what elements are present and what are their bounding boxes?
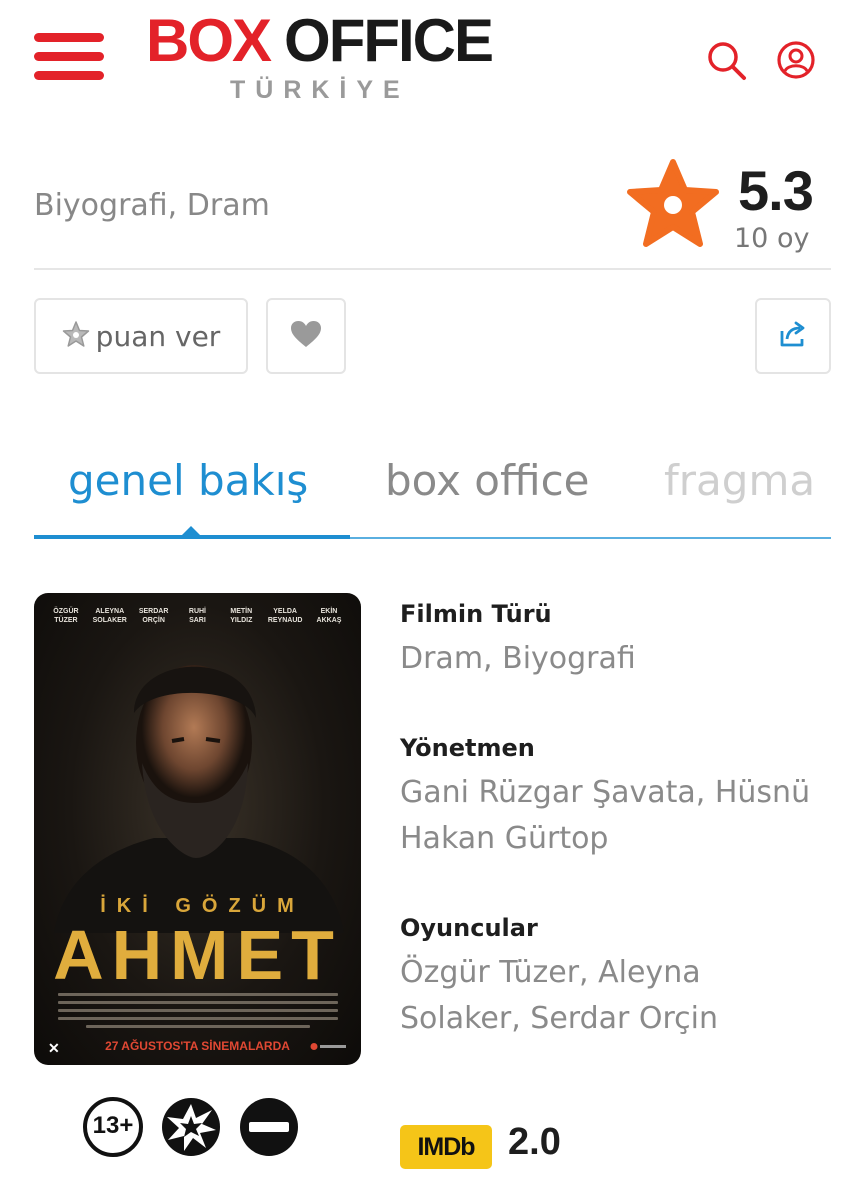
tab-trailer[interactable]: fragma [664,456,815,505]
poster-cast-name: ALEYNA SOLAKER [92,608,127,624]
logo-subtitle: TÜRKİYE [230,76,410,104]
cast-label: Oyuncular [400,914,538,942]
star-outline-icon [62,320,90,352]
active-tab-caret [180,526,202,537]
share-button[interactable] [755,298,831,374]
genre-value[interactable]: Dram, Biyografi [400,636,830,682]
poster-cast-row: ÖZGÜR TÜZER ALEYNA SOLAKER SERDAR ORÇİN RUH… [34,607,361,625]
violence-icon [160,1096,222,1158]
imdb-score: 2.0 [508,1121,561,1163]
rating-star-icon [626,158,720,248]
poster-cast-name: YELDA REYNAUD [267,608,303,624]
age-13-label: 13+ [92,1112,134,1139]
poster-credits-block [58,993,338,1033]
poster-cast-name: METİN YILDIZ [230,608,253,624]
poster-cast-name: ÖZGÜR TÜZER [53,608,79,624]
favorite-button[interactable] [266,298,346,374]
poster-pretitle: İKİ GÖZÜM [100,895,305,917]
poster-cast-name: SERDAR ORÇİN [138,608,169,624]
site-header: BOX OFFICE TÜRKİYE [0,0,865,120]
poster-cast-name: EKİN AKKAŞ [316,608,342,624]
movie-poster[interactable]: ÖZGÜR TÜZER ALEYNA SOLAKER SERDAR ORÇİN RUH… [34,593,361,1065]
genre-label: Filmin Türü [400,600,552,628]
cj-logo [310,1043,346,1050]
rate-button[interactable]: puan ver [34,298,248,374]
search-icon[interactable] [706,40,748,82]
director-label: Yönetmen [400,734,535,762]
rating-votes: 10 oy [734,223,810,254]
director-value[interactable]: Gani Rüzgar Şavata, Hüsnü Hakan Gürtop [400,770,830,862]
tab-box-office[interactable]: box office [385,456,590,505]
user-icon[interactable] [776,40,816,80]
rating-value: 5.3 [738,159,814,222]
cast-value[interactable]: Özgür Tüzer, Aleyna Solaker, Serdar Orçi… [400,950,830,1042]
tab-overview[interactable]: genel bakış [68,456,308,505]
movie-genres: Biyografi, Dram [34,188,270,223]
divider [34,268,831,270]
age-13-icon: 13+ [82,1096,144,1158]
rate-button-label: puan ver [95,319,221,353]
heart-icon [290,320,322,352]
imdb-logo[interactable]: IMDb [400,1125,492,1169]
hamburger-menu-icon[interactable] [34,33,104,83]
logo-box-text: BOX [146,7,272,74]
poster-title: AHMET [53,916,342,994]
poster-cast-name: RUHİ SARI [188,608,207,624]
tab-bar: genel bakış box office fragma [34,440,831,542]
poster-portrait [54,665,344,933]
share-icon [778,319,808,353]
boxoffice-logo[interactable]: BOX OFFICE TÜRKİYE [146,7,494,105]
logo-office-text: OFFICE [284,7,494,74]
negative-example-icon [238,1096,300,1158]
